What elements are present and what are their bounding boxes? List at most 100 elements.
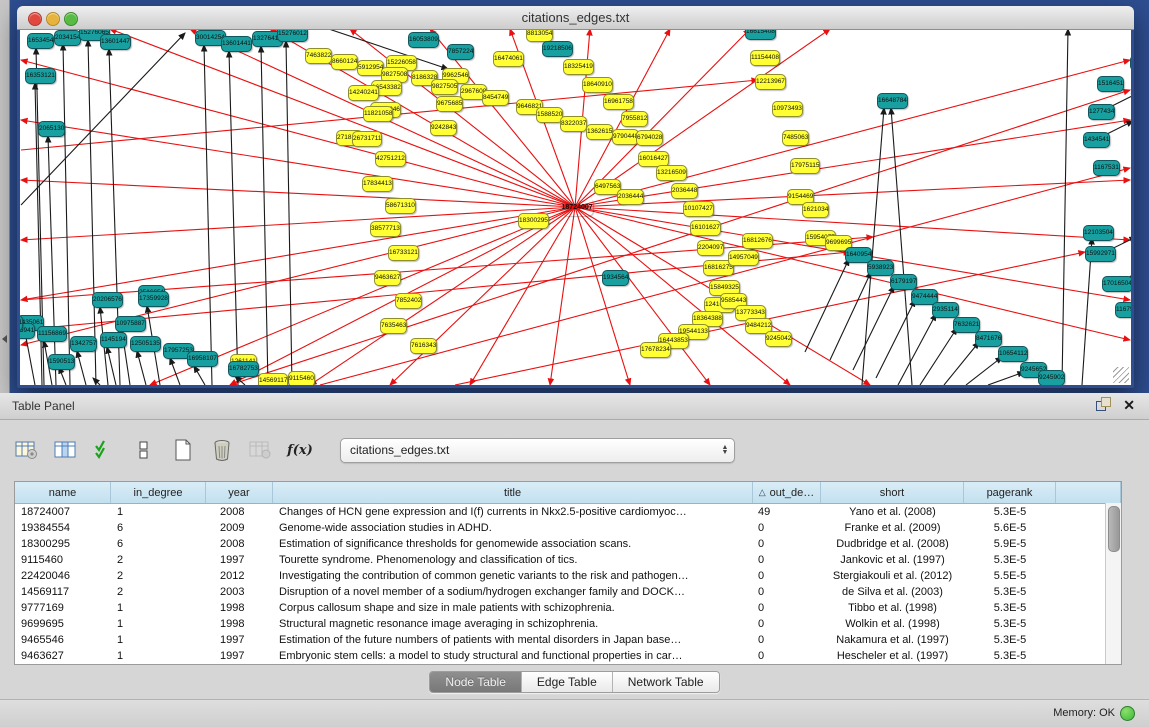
graph-node[interactable]: 16782753 [228, 361, 259, 377]
graph-hub-node[interactable]: 18724007 [562, 198, 593, 216]
table-row[interactable]: 1938455462009Genome-wide association stu… [15, 520, 1121, 536]
graph-node[interactable]: 11156869 [37, 326, 67, 342]
graph-node[interactable]: 13216509 [656, 165, 687, 181]
graph-node[interactable]: 10975887 [115, 316, 146, 332]
graph-node[interactable]: 18640910 [582, 77, 613, 93]
graph-node[interactable]: 12103504 [1083, 225, 1114, 241]
graph-node[interactable]: 17359928 [138, 291, 169, 307]
graph-node[interactable]: 2065130 [38, 121, 65, 137]
graph-node[interactable]: 16958107 [187, 351, 218, 367]
graph-node[interactable]: 1590513 [48, 354, 75, 370]
graph-node[interactable]: 2204097 [697, 240, 724, 256]
graph-node[interactable]: 1516451 [1097, 76, 1124, 92]
graph-node[interactable]: 1434541 [1083, 132, 1110, 148]
table-row[interactable]: 1830029562008Estimation of significance … [15, 536, 1121, 552]
table-row[interactable]: 1872400712008Changes of HCN gene express… [15, 504, 1121, 520]
column-header-short[interactable]: short [821, 482, 964, 503]
table-scrollbar-thumb[interactable] [1108, 506, 1120, 552]
graph-node[interactable]: 16474061 [493, 51, 524, 67]
graph-node[interactable]: 6794028 [636, 130, 663, 146]
table-row[interactable]: 911546021997Tourette syndrome. Phenomeno… [15, 552, 1121, 568]
column-header-in_degree[interactable]: in_degree [111, 482, 206, 503]
graph-node[interactable]: 16648784 [877, 93, 908, 109]
table-row[interactable]: 946554611997Estimation of the future num… [15, 632, 1121, 648]
graph-node[interactable]: 8471676 [975, 331, 1002, 347]
graph-node[interactable]: 2034154 [54, 30, 81, 46]
graph-node[interactable]: 12213967 [755, 74, 786, 90]
graph-node[interactable]: 17834413 [362, 176, 393, 192]
column-header-out_de…[interactable]: △out_de… [753, 482, 821, 503]
graph-node[interactable]: 16733121 [388, 245, 419, 261]
graph-node[interactable]: 7616343 [410, 338, 437, 354]
graph-node[interactable]: 58671310 [385, 198, 416, 214]
table-selector-dropdown[interactable]: citations_edges.txt ▲▼ [340, 438, 735, 463]
graph-node[interactable]: 18325419 [563, 59, 594, 75]
graph-node[interactable]: 9115460 [288, 371, 315, 385]
table-settings-icon[interactable] [14, 437, 40, 463]
graph-node[interactable]: 7857224 [447, 44, 474, 60]
graph-node[interactable]: 1145194 [100, 332, 127, 348]
graph-node[interactable]: 14240241 [348, 85, 379, 101]
table-row[interactable]: 2242004622012Investigating the contribut… [15, 568, 1121, 584]
window-resize-grip[interactable] [1113, 367, 1129, 383]
tab-node-table[interactable]: Node Table [430, 672, 522, 692]
graph-node[interactable]: 9827505 [431, 79, 458, 95]
column-header-spacer[interactable] [1056, 482, 1121, 503]
function-builder-icon[interactable]: f(x) [287, 437, 313, 463]
graph-node[interactable]: 7632621 [953, 317, 980, 333]
table-row[interactable]: 946362711997Embryonic stem cells: a mode… [15, 648, 1121, 664]
graph-node[interactable]: 16615408 [745, 30, 776, 40]
graph-node[interactable]: 9463627 [374, 270, 401, 286]
graph-node[interactable]: 7852402 [395, 293, 422, 309]
graph-node[interactable]: 1653454 [27, 33, 54, 49]
table-row[interactable]: 1456911722003Disruption of a novel membe… [15, 584, 1121, 600]
select-all-icon[interactable] [92, 437, 118, 463]
close-panel-icon[interactable]: ✕ [1123, 398, 1135, 412]
graph-node[interactable]: 8322037 [560, 116, 587, 132]
panel-collapse-arrow-icon[interactable] [2, 335, 7, 343]
graph-node[interactable]: 17016504 [1102, 276, 1131, 292]
graph-node[interactable]: 1277434 [1088, 104, 1115, 120]
graph-node[interactable]: 2036448 [671, 183, 698, 199]
network-canvas[interactable]: 7463822866012459129541522605898275088186… [20, 30, 1131, 385]
graph-node[interactable]: 10654112 [998, 346, 1028, 362]
tab-network-table[interactable]: Network Table [613, 672, 719, 692]
graph-node[interactable]: 18300295 [518, 213, 549, 229]
column-header-pagerank[interactable]: pagerank [964, 482, 1056, 503]
graph-node[interactable]: 9242843 [430, 120, 457, 136]
graph-node[interactable]: 9245902 [1038, 370, 1065, 385]
graph-node[interactable]: 16101627 [690, 220, 721, 236]
graph-node[interactable]: 8454749 [482, 90, 509, 106]
graph-node[interactable]: 7955812 [621, 111, 648, 127]
graph-node[interactable]: 10107427 [683, 201, 714, 217]
graph-node[interactable]: 8660124 [331, 54, 358, 70]
graph-node[interactable]: 17975115 [790, 158, 820, 174]
column-header-title[interactable]: title [273, 482, 753, 503]
unselect-rows-icon[interactable] [131, 437, 157, 463]
network-window[interactable]: citations_edges.txt [17, 6, 1134, 388]
graph-node[interactable]: 6179197 [890, 274, 917, 290]
graph-node[interactable]: 11821058 [363, 106, 393, 122]
graph-node[interactable]: 42751212 [375, 151, 406, 167]
column-header-name[interactable]: name [15, 482, 111, 503]
graph-node[interactable]: 1621034 [802, 202, 829, 218]
graph-node[interactable]: 1167533 [1115, 302, 1131, 318]
graph-node[interactable]: 1362615 [586, 124, 613, 140]
graph-node[interactable]: 19218506 [542, 41, 573, 57]
column-header-year[interactable]: year [206, 482, 273, 503]
graph-node[interactable]: 1515441 [1130, 55, 1131, 71]
graph-node[interactable]: 1934564 [602, 270, 629, 286]
graph-node[interactable]: 9675685 [436, 96, 463, 112]
graph-node[interactable]: 15276012 [277, 30, 308, 42]
show-columns-icon[interactable] [53, 437, 79, 463]
graph-node[interactable]: 16053809 [408, 32, 439, 48]
graph-node[interactable]: 17678234 [640, 342, 671, 358]
graph-node[interactable]: 5938923 [867, 260, 894, 276]
graph-node[interactable]: 13601441 [221, 36, 252, 52]
graph-node[interactable]: 10973493 [772, 101, 803, 117]
graph-node[interactable]: 2036444 [617, 189, 644, 205]
network-window-titlebar[interactable]: citations_edges.txt [17, 6, 1134, 30]
memory-status-icon[interactable] [1120, 706, 1135, 721]
graph-node[interactable]: 12505135 [130, 336, 161, 352]
graph-node[interactable]: 26731711 [352, 131, 382, 147]
